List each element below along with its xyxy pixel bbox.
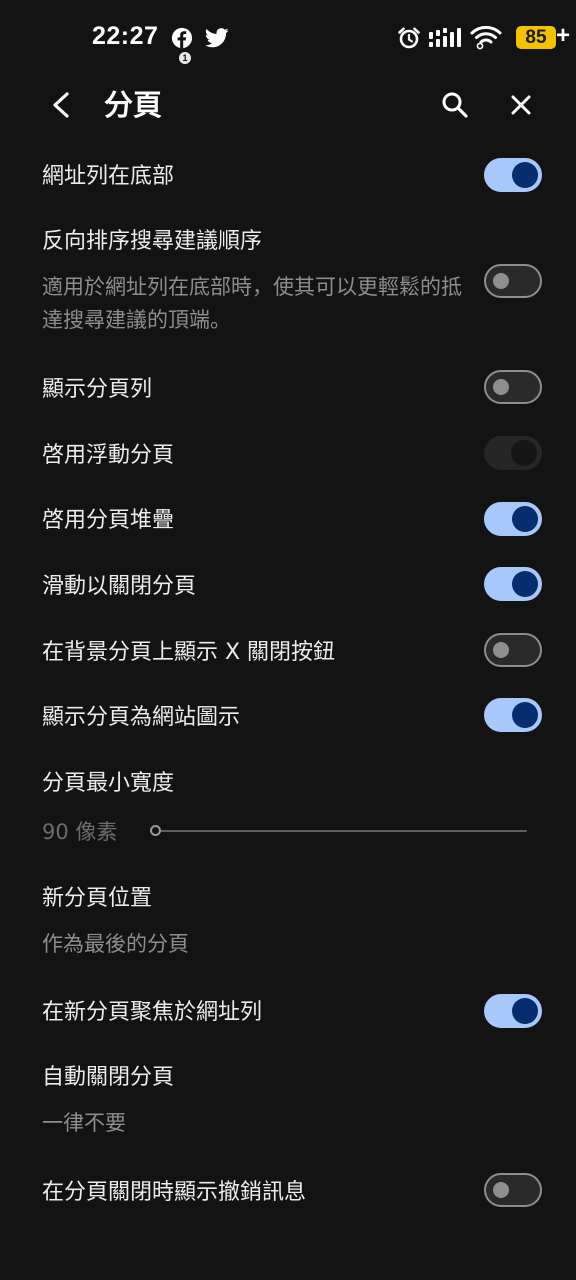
toggle-knob: [512, 162, 538, 188]
battery-icon: 85: [516, 26, 556, 49]
focus-address-bar-toggle[interactable]: [484, 994, 542, 1028]
toggle-knob: [512, 506, 538, 532]
setting-tab-favicon-title: 顯示分頁為網站圖示: [42, 705, 241, 730]
setting-reverse-suggestions-description: 適用於網址列在底部時，使其可以更輕鬆的抵達搜尋建議的頂端。: [42, 275, 462, 332]
setting-tab-stacking-title: 啓用分頁堆疊: [42, 508, 175, 533]
slider-track-line: [160, 830, 527, 832]
setting-min-tab-width-title: 分頁最小寬度: [42, 771, 175, 796]
tab-favicon-toggle[interactable]: [484, 698, 542, 732]
toggle-knob: [493, 642, 509, 658]
slider-thumb[interactable]: [150, 825, 161, 836]
wifi-icon: [470, 25, 502, 50]
toggle-knob: [493, 1182, 509, 1198]
page-title: 分頁: [104, 88, 163, 122]
setting-floating-tabs-title: 啓用浮動分頁: [42, 443, 175, 468]
close-icon[interactable]: [502, 86, 540, 124]
setting-new-tab-position-value: 作為最後的分頁: [42, 932, 189, 956]
setting-focus-address-bar-title: 在新分頁聚焦於網址列: [42, 1000, 263, 1025]
min-tab-width-slider[interactable]: [150, 825, 527, 836]
setting-new-tab-position-title: 新分頁位置: [42, 886, 153, 911]
setting-auto-close-tabs-title: 自動關閉分頁: [42, 1065, 175, 1090]
notification-count-badge: 1: [179, 52, 191, 64]
toggle-knob: [512, 998, 538, 1024]
setting-auto-close-tabs-value: 一律不要: [42, 1111, 126, 1135]
undo-message-toggle[interactable]: [484, 1173, 542, 1207]
twitter-icon: [205, 28, 229, 48]
background-close-button-toggle[interactable]: [484, 633, 542, 667]
status-time: 22:27: [92, 22, 159, 50]
tab-stacking-toggle[interactable]: [484, 502, 542, 536]
toggle-knob: [493, 379, 509, 395]
search-icon[interactable]: [436, 86, 474, 124]
setting-show-tab-bar-title: 顯示分頁列: [42, 377, 153, 402]
setting-swipe-close-title: 滑動以關閉分頁: [42, 574, 197, 599]
setting-reverse-suggestions-title: 反向排序搜尋建議順序: [42, 229, 263, 254]
setting-undo-message-title: 在分頁關閉時顯示撤銷訊息: [42, 1180, 307, 1205]
signal-icon: [429, 28, 461, 47]
facebook-icon: [171, 27, 193, 49]
setting-background-close-button-title: 在背景分頁上顯示 X 關閉按鈕: [42, 640, 336, 665]
status-bar: 22:27 1 85 +: [0, 0, 576, 72]
toggle-knob: [512, 702, 538, 728]
toggle-knob: [512, 571, 538, 597]
alarm-icon: [398, 27, 420, 49]
battery-charging-indicator: +: [556, 22, 571, 49]
toggle-knob: [511, 440, 537, 466]
setting-address-bar-bottom-title: 網址列在底部: [42, 164, 175, 189]
back-arrow-icon[interactable]: [42, 84, 80, 126]
reverse-suggestions-toggle[interactable]: [484, 264, 542, 298]
min-tab-width-value: 90 像素: [42, 820, 118, 844]
toggle-knob: [493, 273, 509, 289]
floating-tabs-toggle[interactable]: [484, 436, 542, 470]
address-bar-bottom-toggle[interactable]: [484, 158, 542, 192]
show-tab-bar-toggle[interactable]: [484, 370, 542, 404]
swipe-close-toggle[interactable]: [484, 567, 542, 601]
